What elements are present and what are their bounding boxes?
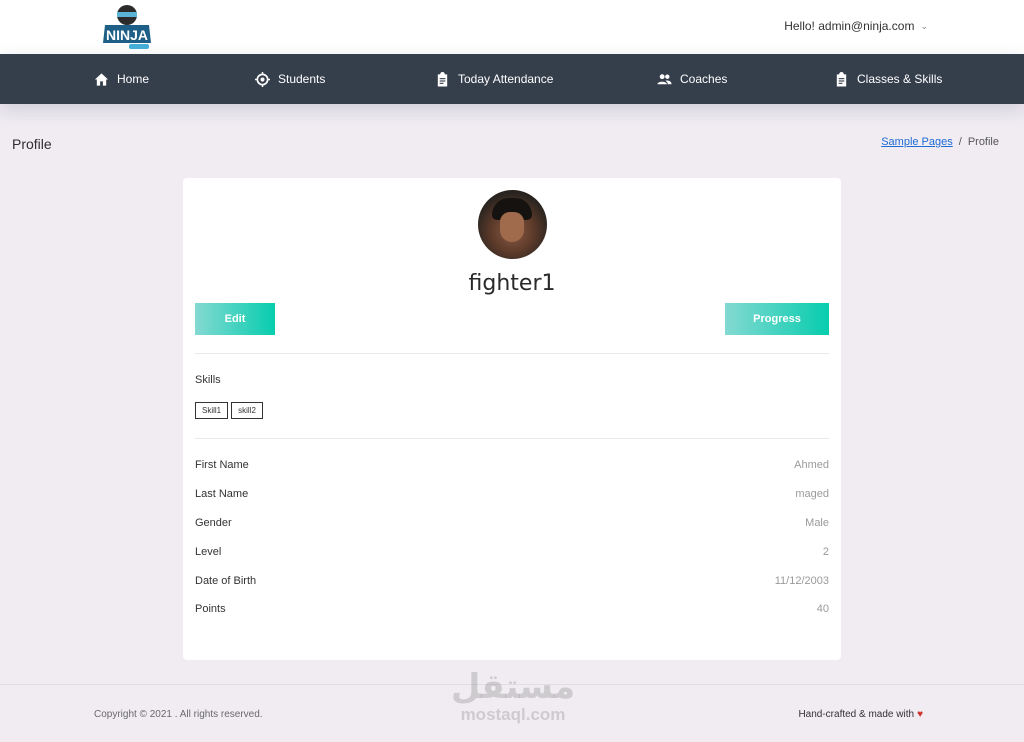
info-row-gender: Gender Male xyxy=(195,517,829,531)
user-greeting: Hello! admin@ninja.com xyxy=(784,19,915,33)
nav-item-label: Students xyxy=(278,72,326,86)
mostaql-watermark: مستقل mostaql.com xyxy=(450,668,576,724)
watermark-arabic: مستقل xyxy=(450,667,576,707)
info-row-date-of-birth: Date of Birth 11/12/2003 xyxy=(195,575,829,589)
field-value: 2 xyxy=(822,546,829,558)
field-value: 40 xyxy=(816,603,829,615)
nav-item-classes-skills[interactable]: Classes & Skills xyxy=(834,54,942,104)
watermark-latin: mostaql.com xyxy=(460,705,566,724)
info-row-points: Points 40 xyxy=(195,603,829,617)
nav-item-home[interactable]: Home xyxy=(94,54,149,104)
chevron-down-icon: ⌄ xyxy=(920,21,928,31)
divider xyxy=(195,353,829,354)
info-row-last-name: Last Name maged xyxy=(195,488,829,502)
info-row-first-name: First Name Ahmed xyxy=(195,459,829,473)
heart-icon: ♥ xyxy=(917,709,923,720)
field-value: Ahmed xyxy=(794,459,829,471)
profile-username: fighter1 xyxy=(468,271,556,296)
field-label: Gender xyxy=(195,517,232,529)
page-title: Profile xyxy=(12,136,52,152)
footer-crafted-text: Hand-crafted & made with xyxy=(798,709,915,720)
footer-copyright: Copyright © 2021 . All rights reserved. xyxy=(94,709,263,720)
ninja-logo[interactable]: NINJA xyxy=(99,3,155,51)
profile-card: fighter1 Edit Progress Skills Skill1 ski… xyxy=(183,178,841,660)
field-label: Level xyxy=(195,546,222,558)
nav-item-students[interactable]: Students xyxy=(255,54,325,104)
clipboard-icon xyxy=(437,71,448,87)
nav-item-coaches[interactable]: Coaches xyxy=(657,54,727,104)
skills-heading: Skills xyxy=(195,374,221,386)
nav-item-label: Today Attendance xyxy=(458,72,554,86)
nav-item-label: Coaches xyxy=(680,72,728,86)
breadcrumb-link-sample-pages[interactable]: Sample Pages xyxy=(881,136,953,148)
svg-text:NINJA: NINJA xyxy=(106,27,148,43)
field-value: Male xyxy=(805,517,829,529)
avatar xyxy=(478,190,547,259)
footer-crafted: Hand-crafted & made with ♥ xyxy=(798,709,923,720)
edit-button[interactable]: Edit xyxy=(195,303,275,335)
user-menu[interactable]: Hello! admin@ninja.com ⌄ xyxy=(784,19,928,33)
progress-button[interactable]: Progress xyxy=(725,303,829,335)
info-row-level: Level 2 xyxy=(195,546,829,560)
skill-tag: Skill1 xyxy=(195,402,229,419)
top-bar: NINJA Hello! admin@ninja.com ⌄ xyxy=(0,0,1024,54)
field-label: Last Name xyxy=(195,488,249,500)
field-value: maged xyxy=(795,488,829,500)
clipboard-icon xyxy=(836,71,847,87)
skills-list: Skill1 skill2 xyxy=(195,402,263,419)
skill-tag: skill2 xyxy=(231,402,263,419)
field-label: First Name xyxy=(195,459,249,471)
divider xyxy=(195,438,829,439)
nav-item-label: Classes & Skills xyxy=(857,72,943,86)
main-navbar: Home Students Today Attendance Coaches C… xyxy=(0,54,1024,104)
field-label: Points xyxy=(195,603,226,615)
breadcrumb-separator: / xyxy=(958,136,962,148)
crosshair-icon xyxy=(255,71,270,87)
field-value: 11/12/2003 xyxy=(774,575,829,587)
breadcrumb-current: Profile xyxy=(967,136,999,148)
people-icon xyxy=(657,73,672,84)
home-icon xyxy=(94,72,109,86)
breadcrumb: Sample Pages / Profile xyxy=(881,136,999,148)
nav-item-today-attendance[interactable]: Today Attendance xyxy=(435,54,553,104)
field-label: Date of Birth xyxy=(195,575,257,587)
nav-item-label: Home xyxy=(117,72,150,86)
